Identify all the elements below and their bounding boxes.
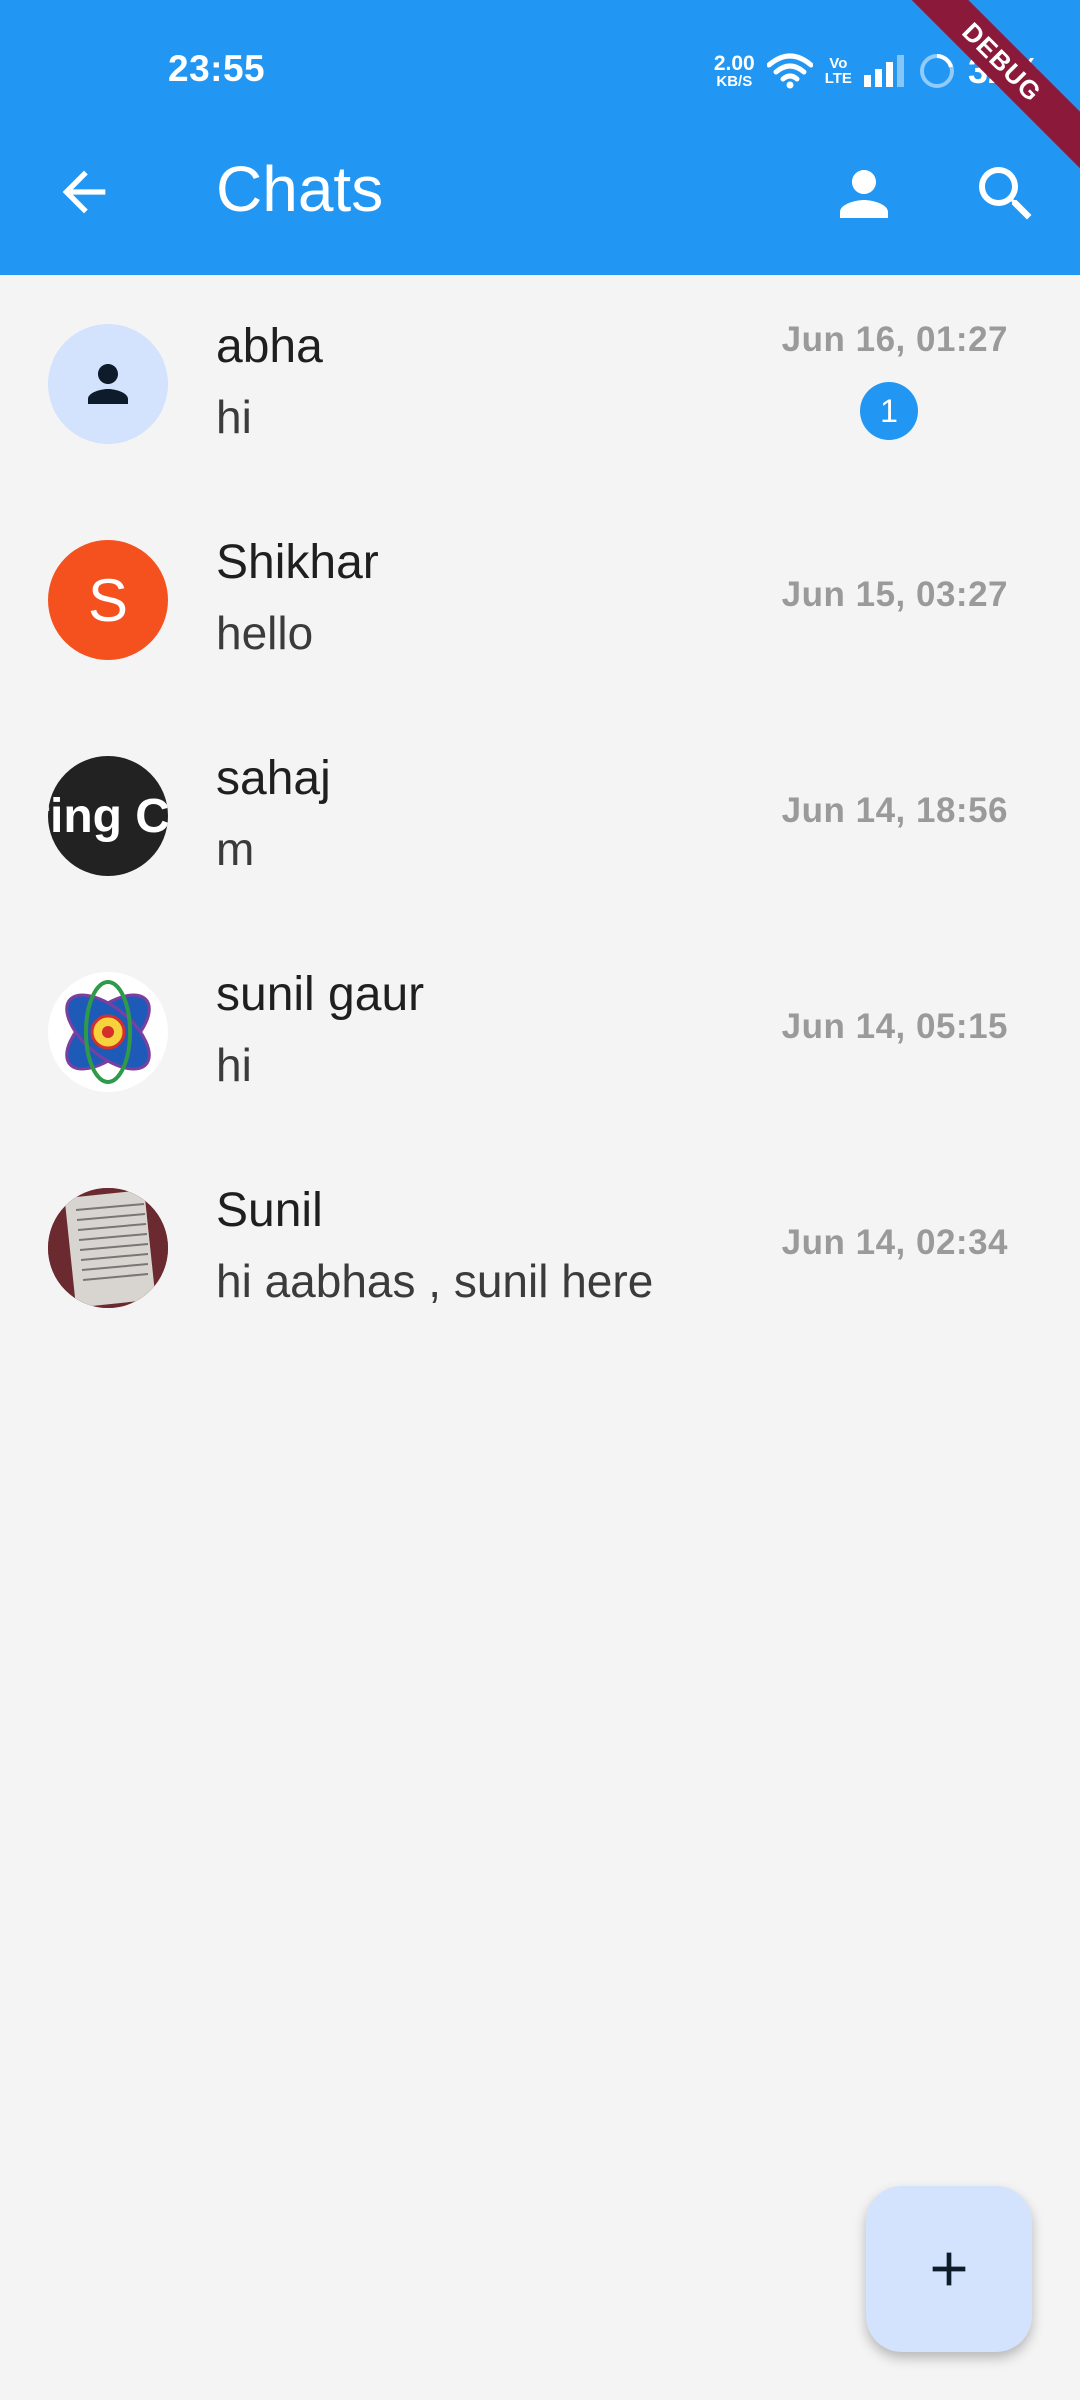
network-speed-value: 2.00 (713, 52, 755, 75)
status-time: 23:55 (168, 48, 266, 89)
chat-item-sunil[interactable]: Sunil hi aabhas , sunil here Jun 14, 02:… (0, 1139, 1080, 1355)
chat-last-message: hi aabhas , sunil here (216, 1255, 654, 1307)
chat-last-message: m (216, 823, 255, 875)
avatar-image-text: ting C (48, 789, 168, 843)
network-speed-unit: KB/S (716, 73, 753, 90)
chat-time: Jun 15, 03:27 (781, 575, 1008, 614)
document-photo-image (48, 1188, 168, 1308)
chat-name: sahaj (216, 752, 331, 805)
chat-item-sahaj[interactable]: ting C sahaj m Jun 14, 18:56 (0, 707, 1080, 923)
volte-bottom: LTE (824, 70, 852, 87)
person-icon[interactable] (828, 158, 900, 230)
battery-saver-icon (919, 54, 954, 88)
signal-icon (863, 55, 904, 87)
avatar: S (48, 540, 168, 660)
chat-name: Sunil (216, 1184, 323, 1237)
person-icon (88, 364, 128, 404)
volte-indicator: Vo LTE (825, 56, 852, 86)
chat-item-abha[interactable]: abha hi Jun 16, 01:27 1 (0, 275, 1080, 491)
chat-last-message: hi (216, 391, 252, 443)
document-photo (48, 1188, 168, 1308)
unread-badge: 1 (860, 382, 918, 440)
chat-name: sunil gaur (216, 968, 425, 1021)
chat-time: Jun 14, 02:34 (781, 1223, 1008, 1262)
apollo-logo-image (65, 980, 151, 1084)
app-bar: 23:55 2.00 KB/S Vo LTE 32% Chats (0, 0, 1080, 275)
avatar (48, 324, 168, 444)
chat-time: Jun 14, 18:56 (781, 791, 1008, 830)
chat-item-sunil-gaur[interactable]: sunil gaur hi Jun 14, 05:15 (0, 923, 1080, 1139)
chat-item-shikhar[interactable]: S Shikhar hello Jun 15, 03:27 (0, 491, 1080, 707)
new-chat-button[interactable] (866, 2186, 1032, 2352)
wifi-icon (766, 53, 813, 89)
chat-time: Jun 14, 05:15 (781, 1007, 1008, 1046)
avatar-letter: S (87, 566, 129, 634)
search-icon[interactable] (970, 158, 1042, 230)
chat-last-message: hello (216, 607, 314, 659)
arrow-back-icon[interactable] (52, 160, 116, 224)
chat-last-message: hi (216, 1039, 252, 1091)
avatar: ting C (48, 756, 168, 876)
chat-name: abha (216, 320, 323, 373)
page-title: Chats (216, 153, 384, 225)
chat-list: abha hi Jun 16, 01:27 1 S Shikhar hello … (0, 275, 1080, 1355)
network-speed: 2.00 KB/S (714, 53, 755, 89)
chat-name: Shikhar (216, 536, 379, 589)
plus-icon (932, 2252, 966, 2286)
volte-top: Vo (829, 55, 848, 72)
chat-time: Jun 16, 01:27 (781, 320, 1008, 359)
apollo-logo (48, 972, 168, 1092)
